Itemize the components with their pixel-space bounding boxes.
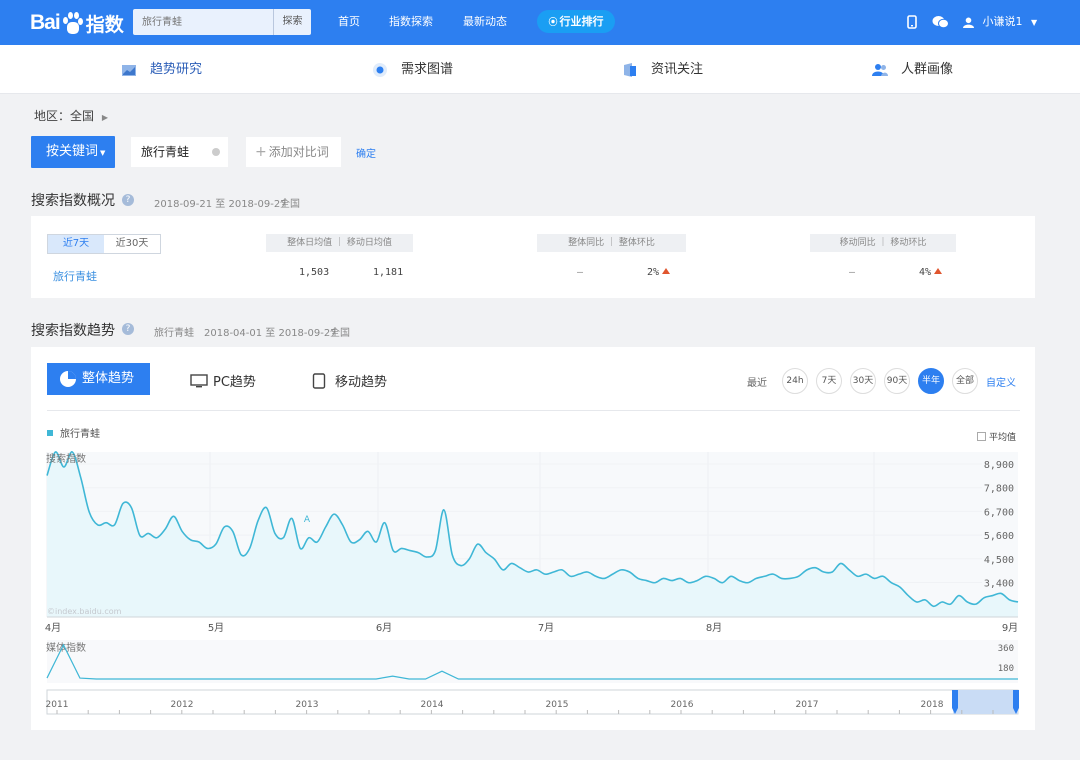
trend-keyword: 旅行青蛙 [154, 328, 194, 339]
paw-icon [61, 11, 83, 35]
plus-icon: + [255, 144, 267, 160]
average-label: 平均值 [989, 433, 1017, 443]
logo-text-bai: Bai [30, 11, 61, 34]
average-toggle[interactable]: 平均值 [977, 430, 1016, 443]
tablet-icon [312, 372, 326, 389]
trend-title: 搜索指数趋势 [31, 323, 115, 339]
wechat-icon[interactable] [932, 0, 949, 45]
range-all[interactable]: 全部 [952, 368, 978, 394]
tab-label: 移动趋势 [335, 375, 388, 390]
header-daily-avg: 整体日均值 ｜ 移动日均值 [266, 234, 413, 252]
caret-right-icon: ▶ [101, 113, 108, 122]
industry-rank-button[interactable]: ⦿ 行业排行 [537, 10, 615, 33]
range-24h[interactable]: 24h [782, 368, 808, 394]
chart-icon [122, 64, 136, 76]
chart-legend[interactable]: 旅行青蛙 [47, 425, 100, 440]
divider [47, 410, 1020, 411]
logo-text-index: 指数 [85, 13, 124, 36]
tab-mobile-trend[interactable]: 移动趋势 [312, 371, 387, 390]
subnav-label: 趋势研究 [150, 62, 203, 77]
range-label: 最近 [747, 377, 767, 389]
nav-index-explore[interactable]: 指数探索 [389, 0, 433, 45]
add-compare-button[interactable]: + 添加对比词 [246, 137, 341, 167]
tab-label: PC趋势 [213, 375, 256, 390]
range-90d[interactable]: 90天 [884, 368, 910, 394]
users-icon [872, 63, 888, 76]
range-custom[interactable]: 自定义 [986, 374, 1016, 389]
period-30d[interactable]: 近30天 [104, 235, 160, 253]
rank-button-label: 行业排行 [559, 15, 604, 28]
subnav-label: 需求图谱 [401, 62, 454, 77]
sub-navigation: 趋势研究 需求图谱 资讯关注 人群画像 [0, 45, 1080, 94]
nav-latest-news[interactable]: 最新动态 [463, 0, 507, 45]
monitor-icon [190, 373, 208, 387]
overview-date-range: 2018-09-21 至 2018-09-27 [154, 199, 287, 210]
overall-daily-avg: 1,503 [299, 267, 330, 278]
arrow-up-icon [662, 268, 671, 274]
rank-icon: ⦿ [548, 18, 558, 28]
pie-chart-icon [60, 371, 76, 387]
confirm-button[interactable]: 确定 [356, 145, 376, 160]
explore-button[interactable]: 探索 [273, 9, 311, 35]
search-input[interactable] [133, 9, 271, 35]
subnav-crowd-portrait[interactable]: 人群画像 [872, 45, 953, 94]
overview-scope: 全国 [280, 199, 300, 210]
period-toggle: 近7天 近30天 [47, 234, 161, 254]
region-selector[interactable]: 地区：全国 ▶ [34, 107, 108, 124]
subnav-label: 资讯关注 [651, 62, 704, 77]
user-icon [963, 17, 974, 28]
tab-pc-trend[interactable]: PC趋势 [190, 371, 256, 390]
keyword-mode-button[interactable]: 按关键词 ▼ [31, 136, 115, 168]
mobile-icon[interactable] [906, 0, 918, 45]
overall-yoy: — [577, 267, 584, 278]
chevron-down-icon: ▼ [1031, 18, 1038, 27]
nav-home[interactable]: 首页 [338, 0, 360, 45]
period-7d[interactable]: 近7天 [48, 235, 104, 253]
overview-title: 搜索指数概况 [31, 193, 115, 209]
keyword-mode-label: 按关键词 [46, 144, 99, 159]
header-mobile-change: 移动同比 ｜ 移动环比 [810, 234, 956, 252]
trend-card: 整体趋势 PC趋势 移动趋势 最近 24h 7天 30天 90天 半年 全部 自… [31, 347, 1035, 730]
keyword-tag[interactable]: 旅行青蛙 [131, 137, 228, 167]
help-icon[interactable]: ? [122, 194, 134, 206]
overall-mom: 2% [647, 267, 671, 278]
user-name: 小谦说1 [982, 15, 1023, 28]
mobile-mom: 4% [919, 267, 943, 278]
top-bar: Bai 指数 探索 首页 指数探索 最新动态 ⦿行业排行 小谦说1 ▼ [0, 0, 1080, 45]
checkbox-icon [977, 432, 986, 441]
tab-overall-trend[interactable]: 整体趋势 [47, 363, 150, 395]
user-menu[interactable]: 小谦说1 ▼ [963, 0, 1037, 45]
mobile-mom-value: 4% [919, 267, 932, 278]
range-30d[interactable]: 30天 [850, 368, 876, 394]
trend-scope: 全国 [330, 328, 350, 339]
baidu-index-logo[interactable]: Bai 指数 [30, 9, 124, 37]
subnav-news-focus[interactable]: 资讯关注 [622, 45, 703, 94]
legend-label: 旅行青蛙 [60, 429, 100, 440]
range-selector: 最近 24h 7天 30天 90天 半年 全部 自定义 [747, 368, 1016, 394]
range-half-year[interactable]: 半年 [918, 368, 944, 394]
mobile-yoy: — [849, 267, 856, 278]
news-icon [624, 62, 636, 77]
arrow-up-icon [934, 268, 943, 274]
tab-label: 整体趋势 [82, 371, 135, 386]
remove-keyword-icon[interactable] [212, 148, 220, 156]
help-icon[interactable]: ? [122, 323, 134, 335]
caret-down-icon: ▼ [100, 149, 106, 157]
spark-icon [373, 62, 387, 77]
subnav-trend-research[interactable]: 趋势研究 [121, 45, 202, 94]
mobile-daily-avg: 1,181 [373, 267, 404, 278]
overview-keyword-link[interactable]: 旅行青蛙 [53, 268, 97, 284]
legend-swatch [47, 429, 53, 436]
region-label: 地区：全国 [34, 109, 95, 123]
subnav-demand-map[interactable]: 需求图谱 [372, 45, 453, 94]
subnav-label: 人群画像 [901, 62, 954, 77]
top-search-box: 探索 [133, 9, 311, 35]
add-compare-label: 添加对比词 [268, 145, 329, 159]
overview-card: 近7天 近30天 整体日均值 ｜ 移动日均值 整体同比 ｜ 整体环比 移动同比 … [31, 216, 1035, 298]
overall-mom-value: 2% [647, 267, 660, 278]
keyword-tag-label: 旅行青蛙 [141, 145, 190, 159]
header-overall-change: 整体同比 ｜ 整体环比 [537, 234, 686, 252]
range-7d[interactable]: 7天 [816, 368, 842, 394]
trend-date-range: 2018-04-01 至 2018-09-27 [204, 328, 337, 339]
